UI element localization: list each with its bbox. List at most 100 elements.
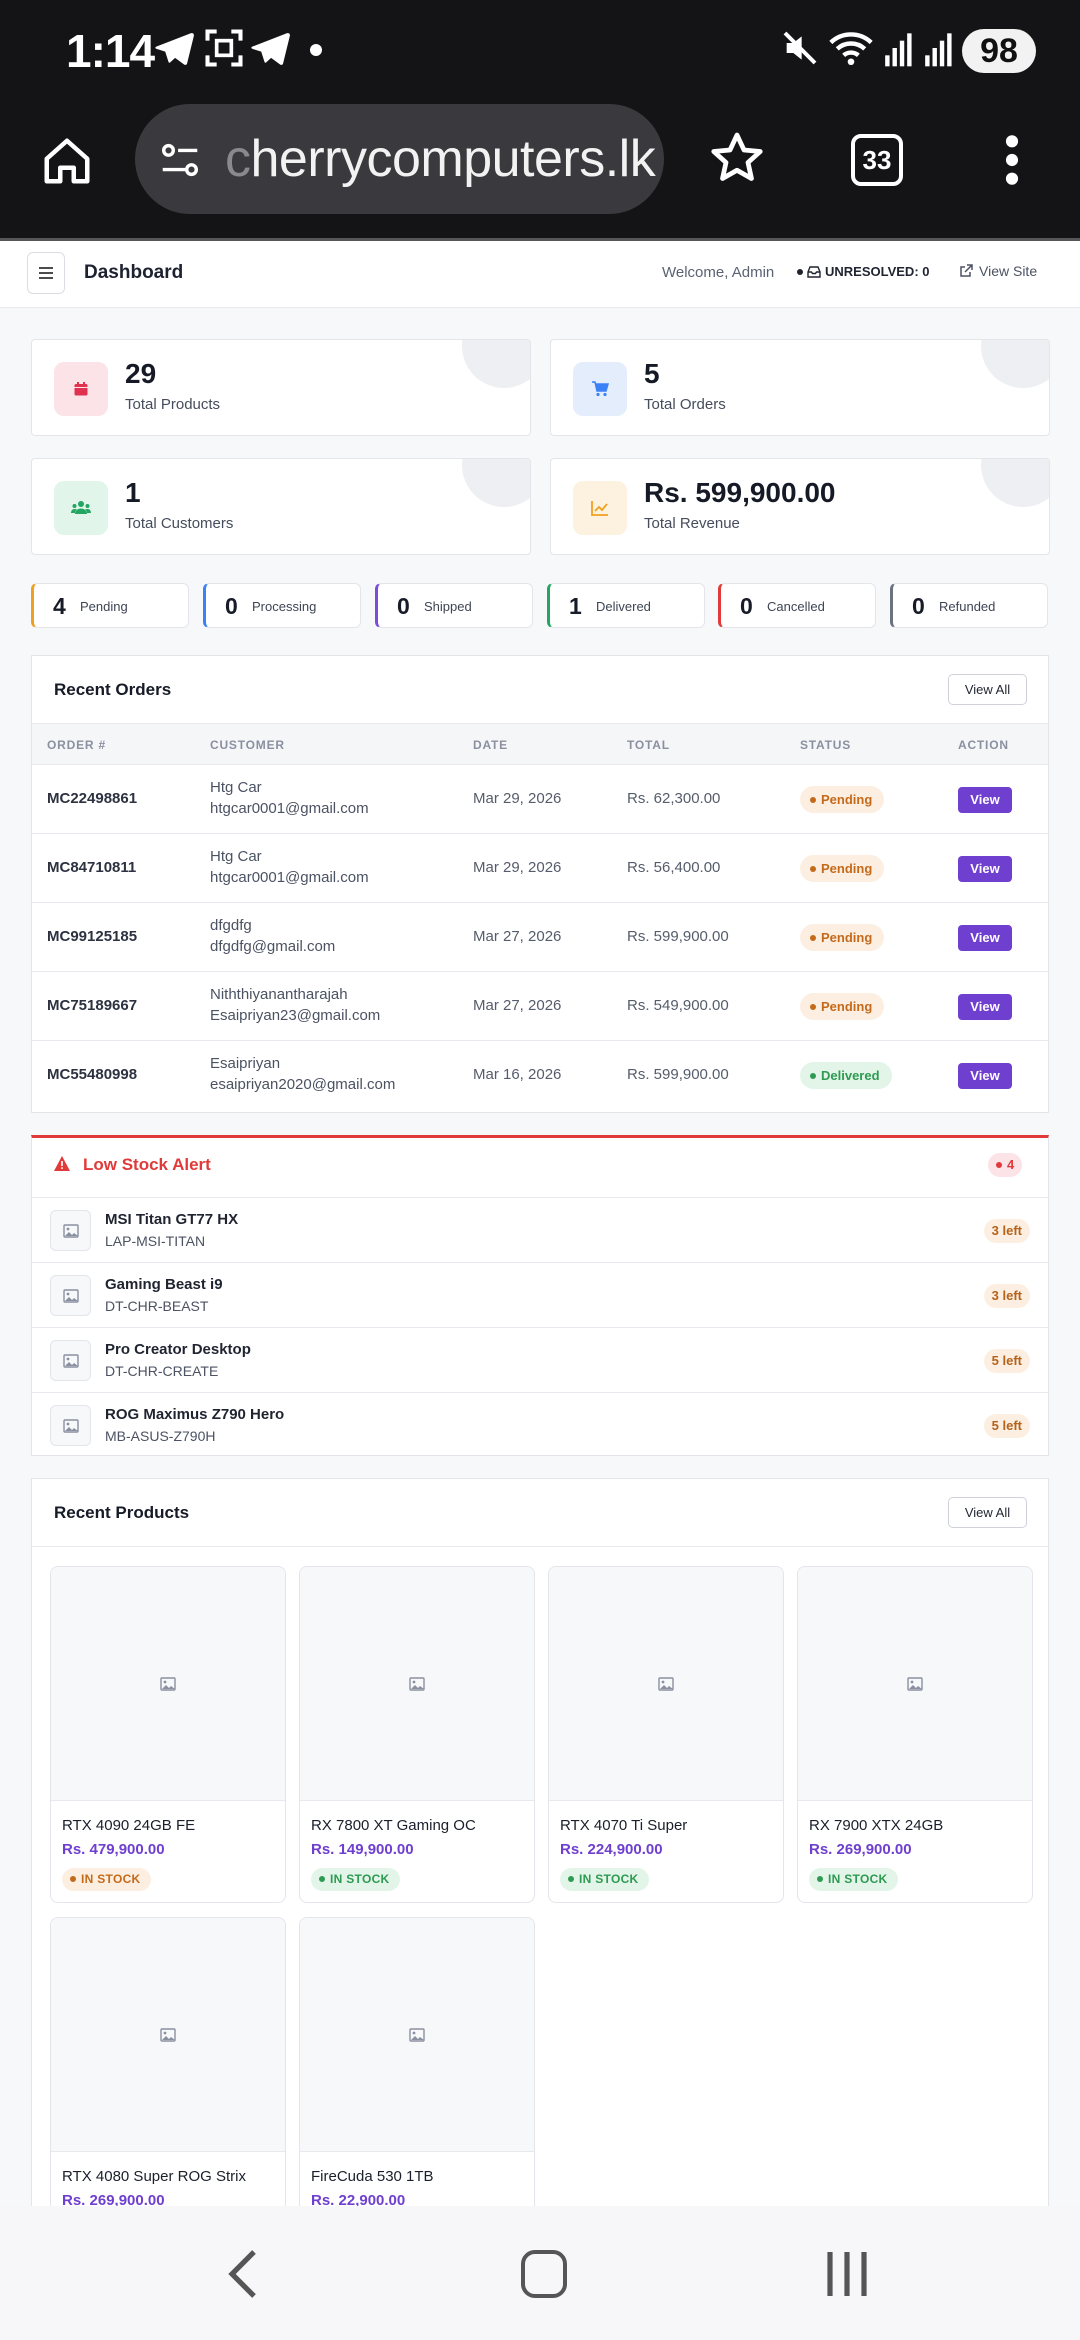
- image-placeholder-icon: [62, 1223, 79, 1238]
- stat-card-revenue[interactable]: Rs. 599,900.00 Total Revenue: [550, 458, 1050, 555]
- status-pill-refunded[interactable]: 0 Refunded: [890, 583, 1048, 628]
- product-name: RTX 4070 Ti Super: [560, 1817, 688, 1834]
- order-total: Rs. 62,300.00: [627, 790, 721, 807]
- home-icon[interactable]: [40, 134, 94, 188]
- screenshot-icon: [205, 29, 243, 67]
- product-card[interactable]: FireCuda 530 1TB Rs. 22,900.00: [299, 1917, 535, 2254]
- menu-toggle-button[interactable]: [27, 252, 65, 294]
- table-row[interactable]: MC99125185 dfgdfg dfgdfg@gmail.com Mar 2…: [32, 903, 1048, 972]
- orders-table-body: MC22498861 Htg Car htgcar0001@gmail.com …: [32, 765, 1048, 1112]
- product-name: Gaming Beast i9: [105, 1276, 223, 1293]
- list-item[interactable]: MSI Titan GT77 HX LAP-MSI-TITAN 3 left: [32, 1197, 1048, 1262]
- order-date: Mar 29, 2026: [473, 859, 562, 876]
- list-item[interactable]: ROG Maximus Z790 Hero MB-ASUS-Z790H 5 le…: [32, 1392, 1048, 1457]
- status-badge: Pending: [800, 786, 885, 813]
- stat-icon-box: [573, 362, 627, 416]
- url-text: cherrycomputers.lk: [225, 130, 656, 188]
- home-button[interactable]: [521, 2250, 567, 2298]
- status-label: Cancelled: [767, 599, 825, 614]
- recent-apps-icon[interactable]: [822, 2248, 872, 2300]
- status-badge: Pending: [800, 993, 885, 1020]
- table-row[interactable]: MC55480998 Esaipriyan esaipriyan2020@gma…: [32, 1041, 1048, 1110]
- status-pill-pending[interactable]: 4 Pending: [31, 583, 189, 628]
- order-number: MC84710811: [47, 859, 137, 876]
- product-sku: DT-CHR-CREATE: [105, 1363, 219, 1379]
- status-pill-delivered[interactable]: 1 Delivered: [547, 583, 705, 628]
- stock-left-badge: 3 left: [983, 1219, 1030, 1243]
- product-image: [51, 1918, 285, 2152]
- back-icon[interactable]: [222, 2246, 262, 2302]
- stat-icon-box: [54, 481, 108, 535]
- status-pill-cancelled[interactable]: 0 Cancelled: [718, 583, 876, 628]
- status-label: Shipped: [424, 599, 472, 614]
- list-item[interactable]: Gaming Beast i9 DT-CHR-BEAST 3 left: [32, 1262, 1048, 1327]
- stat-card-orders[interactable]: 5 Total Orders: [550, 339, 1050, 436]
- view-order-button[interactable]: View: [958, 787, 1012, 813]
- status-pill-processing[interactable]: 0 Processing: [203, 583, 361, 628]
- table-row[interactable]: MC84710811 Htg Car htgcar0001@gmail.com …: [32, 834, 1048, 903]
- products-view-all-button[interactable]: View All: [948, 1497, 1027, 1528]
- product-name: RTX 4090 24GB FE: [62, 1817, 196, 1834]
- stock-badge: IN STOCK: [809, 1868, 898, 1891]
- bookmark-star-icon[interactable]: [707, 128, 767, 188]
- view-order-button[interactable]: View: [958, 1063, 1012, 1089]
- status-label: Pending: [80, 599, 128, 614]
- column-header: CUSTOMER: [210, 738, 285, 752]
- order-total: Rs. 599,900.00: [627, 1066, 729, 1083]
- column-header: ORDER #: [47, 738, 106, 752]
- order-number: MC22498861: [47, 790, 138, 807]
- stock-badge: IN STOCK: [311, 1868, 400, 1891]
- stat-icon-box: [573, 481, 627, 535]
- chart-line-icon: [591, 501, 608, 516]
- image-placeholder-icon: [62, 1288, 79, 1303]
- product-thumbnail: [50, 1275, 91, 1316]
- address-bar[interactable]: cherrycomputers.lk: [135, 104, 664, 214]
- list-item[interactable]: Pro Creator Desktop DT-CHR-CREATE 5 left: [32, 1327, 1048, 1392]
- image-placeholder-icon: [62, 1418, 79, 1433]
- product-name: RX 7800 XT Gaming OC: [311, 1817, 476, 1834]
- stat-label: Total Orders: [644, 396, 726, 413]
- order-date: Mar 27, 2026: [473, 928, 562, 945]
- stat-value: Rs. 599,900.00: [644, 477, 836, 508]
- product-card[interactable]: RX 7800 XT Gaming OC Rs. 149,900.00 IN S…: [299, 1566, 535, 1903]
- status-bar: 1:14 98: [0, 0, 1080, 100]
- column-header: TOTAL: [627, 738, 670, 752]
- product-thumbnail: [50, 1405, 91, 1446]
- order-number: MC75189667: [47, 997, 138, 1014]
- unresolved-label: UNRESOLVED: 0: [825, 264, 930, 279]
- stat-card-products[interactable]: 29 Total Products: [31, 339, 531, 436]
- view-site-link[interactable]: View Site: [959, 263, 1037, 279]
- stat-label: Total Revenue: [644, 515, 740, 532]
- signal-icon: [885, 33, 912, 67]
- site-settings-icon[interactable]: [157, 137, 203, 183]
- table-row[interactable]: MC22498861 Htg Car htgcar0001@gmail.com …: [32, 765, 1048, 834]
- product-card[interactable]: RTX 4090 24GB FE Rs. 479,900.00 IN STOCK: [50, 1566, 286, 1903]
- product-thumbnail: [50, 1340, 91, 1381]
- product-card[interactable]: RX 7900 XTX 24GB Rs. 269,900.00 IN STOCK: [797, 1566, 1033, 1903]
- status-pill-shipped[interactable]: 0 Shipped: [375, 583, 533, 628]
- view-order-button[interactable]: View: [958, 925, 1012, 951]
- view-order-button[interactable]: View: [958, 994, 1012, 1020]
- product-card[interactable]: RTX 4080 Super ROG Strix Rs. 269,900.00: [50, 1917, 286, 2254]
- recent-products-card: Recent Products View All RTX 4090 24GB F…: [31, 1478, 1049, 2254]
- admin-header: Dashboard Welcome, Admin UNRESOLVED: 0 V…: [0, 241, 1080, 308]
- view-order-button[interactable]: View: [958, 856, 1012, 882]
- product-sku: LAP-MSI-TITAN: [105, 1233, 206, 1249]
- product-price: Rs. 224,900.00: [560, 1841, 663, 1858]
- stat-label: Total Customers: [125, 515, 234, 532]
- stock-badge: IN STOCK: [62, 1868, 151, 1891]
- image-placeholder-icon: [409, 1676, 425, 1691]
- unresolved-indicator[interactable]: UNRESOLVED: 0: [797, 264, 930, 279]
- status-badge: Pending: [800, 924, 885, 951]
- status-time: 1:14: [66, 25, 155, 77]
- stat-value: 29: [125, 358, 157, 389]
- tabs-button[interactable]: 33: [851, 134, 903, 186]
- image-placeholder-icon: [907, 1676, 923, 1691]
- more-menu-icon[interactable]: [990, 132, 1034, 188]
- orders-view-all-button[interactable]: View All: [948, 674, 1027, 705]
- decorative-circle: [981, 459, 1049, 507]
- notification-dot-icon: [310, 44, 322, 56]
- product-card[interactable]: RTX 4070 Ti Super Rs. 224,900.00 IN STOC…: [548, 1566, 784, 1903]
- stat-card-customers[interactable]: 1 Total Customers: [31, 458, 531, 555]
- table-row[interactable]: MC75189667 Niththiyanantharajah Esaipriy…: [32, 972, 1048, 1041]
